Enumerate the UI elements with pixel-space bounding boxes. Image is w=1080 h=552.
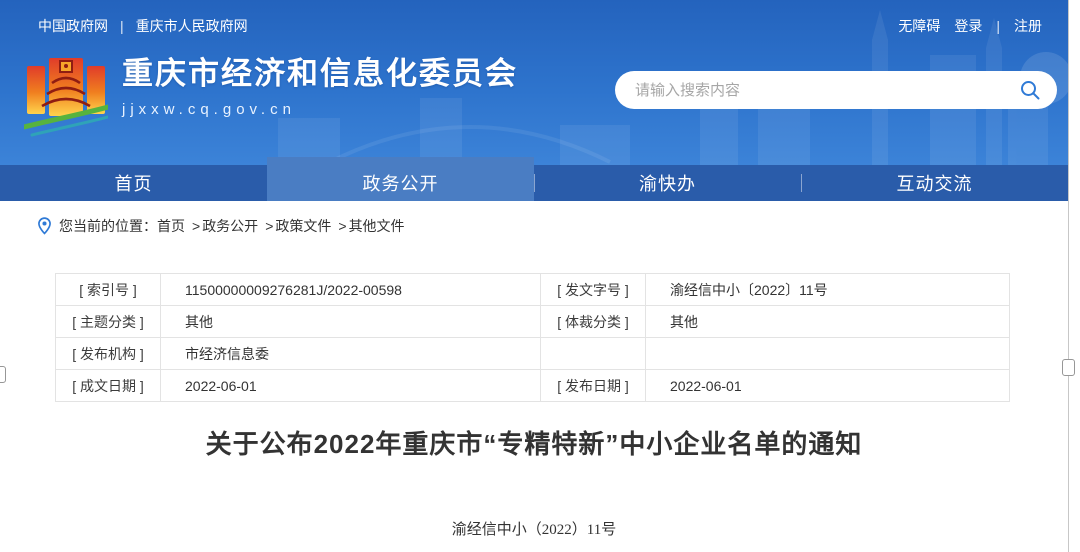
meta-label-index-no: [ 索引号 ] — [56, 274, 161, 306]
meta-label-topic-class: [ 主题分类 ] — [56, 306, 161, 338]
link-register[interactable]: 注册 — [1014, 16, 1042, 36]
table-row: [ 成文日期 ] 2022-06-01 [ 发布日期 ] 2022-06-01 — [56, 370, 1010, 402]
breadcrumb-separator: > — [192, 218, 200, 234]
location-pin-icon — [38, 217, 51, 235]
tab-yukuaiban[interactable]: 渝快办 — [534, 165, 801, 201]
meta-label-doc-symbol: [ 发文字号 ] — [541, 274, 646, 306]
meta-value-publisher: 市经济信息委 — [161, 338, 541, 370]
meta-label-publisher: [ 发布机构 ] — [56, 338, 161, 370]
breadcrumb-prefix: 您当前的位置： — [59, 216, 157, 236]
search-input[interactable] — [635, 82, 1017, 99]
meta-label-empty — [541, 338, 646, 370]
article-doc-number: 渝经信中小（2022）11号 — [0, 518, 1068, 539]
meta-label-genre-class: [ 体裁分类 ] — [541, 306, 646, 338]
top-bar: 中国政府网 | 重庆市人民政府网 无障碍 登录 | 注册 — [38, 16, 1042, 36]
breadcrumb: 您当前的位置： 首页 > 政务公开 > 政策文件 > 其他文件 — [38, 216, 405, 236]
table-row: [ 发布机构 ] 市经济信息委 — [56, 338, 1010, 370]
breadcrumb-item-zwgk[interactable]: 政务公开 — [202, 216, 258, 236]
meta-value-written-date: 2022-06-01 — [161, 370, 541, 402]
breadcrumb-item-home[interactable]: 首页 — [157, 216, 185, 236]
top-bar-right-links: 无障碍 登录 | 注册 — [898, 16, 1042, 36]
meta-value-topic-class: 其他 — [161, 306, 541, 338]
link-chongqing-gov[interactable]: 重庆市人民政府网 — [136, 16, 248, 36]
meta-value-genre-class: 其他 — [646, 306, 1010, 338]
site-banner: 中国政府网 | 重庆市人民政府网 无障碍 登录 | 注册 — [0, 0, 1068, 165]
tab-government-affairs[interactable]: 政务公开 — [267, 157, 534, 201]
screenshot-handle-left — [0, 366, 6, 383]
site-brand[interactable]: 重庆市经济和信息化委员会 jjxxw.cq.gov.cn — [24, 52, 518, 144]
site-name: 重庆市经济和信息化委员会 — [122, 56, 518, 92]
top-bar-left-links: 中国政府网 | 重庆市人民政府网 — [38, 16, 248, 36]
meta-value-empty — [646, 338, 1010, 370]
top-bar-divider: | — [996, 18, 1000, 34]
table-row: [ 主题分类 ] 其他 [ 体裁分类 ] 其他 — [56, 306, 1010, 338]
meta-value-doc-symbol: 渝经信中小〔2022〕11号 — [646, 274, 1010, 306]
top-bar-divider: | — [120, 18, 124, 34]
search-icon — [1019, 79, 1041, 101]
table-row: [ 索引号 ] 11500000009276281J/2022-00598 [ … — [56, 274, 1010, 306]
search-box — [615, 71, 1057, 109]
meta-label-written-date: [ 成文日期 ] — [56, 370, 161, 402]
site-url: jjxxw.cq.gov.cn — [122, 101, 518, 118]
brand-text: 重庆市经济和信息化委员会 jjxxw.cq.gov.cn — [122, 52, 518, 118]
link-accessibility[interactable]: 无障碍 — [898, 16, 940, 36]
breadcrumb-separator: > — [338, 218, 346, 234]
breadcrumb-separator: > — [265, 218, 273, 234]
link-login[interactable]: 登录 — [954, 16, 982, 36]
doc-meta-table: [ 索引号 ] 11500000009276281J/2022-00598 [ … — [55, 273, 1010, 402]
breadcrumb-item-other-files[interactable]: 其他文件 — [349, 216, 405, 236]
breadcrumb-item-policy-files[interactable]: 政策文件 — [275, 216, 331, 236]
article-title: 关于公布2022年重庆市“专精特新”中小企业名单的通知 — [0, 424, 1068, 461]
meta-label-publish-date: [ 发布日期 ] — [541, 370, 646, 402]
meta-value-publish-date: 2022-06-01 — [646, 370, 1010, 402]
page-root: 中国政府网 | 重庆市人民政府网 无障碍 登录 | 注册 — [0, 0, 1080, 552]
page-edge-line — [1068, 0, 1069, 552]
main-nav: 首页 政务公开 渝快办 互动交流 — [0, 165, 1068, 201]
link-china-gov[interactable]: 中国政府网 — [38, 16, 108, 36]
site-logo-icon — [24, 52, 108, 144]
search-button[interactable] — [1017, 77, 1043, 103]
tab-home[interactable]: 首页 — [0, 165, 267, 201]
tab-interaction[interactable]: 互动交流 — [801, 165, 1068, 201]
meta-value-index-no: 11500000009276281J/2022-00598 — [161, 274, 541, 306]
screenshot-handle-right — [1062, 359, 1075, 376]
